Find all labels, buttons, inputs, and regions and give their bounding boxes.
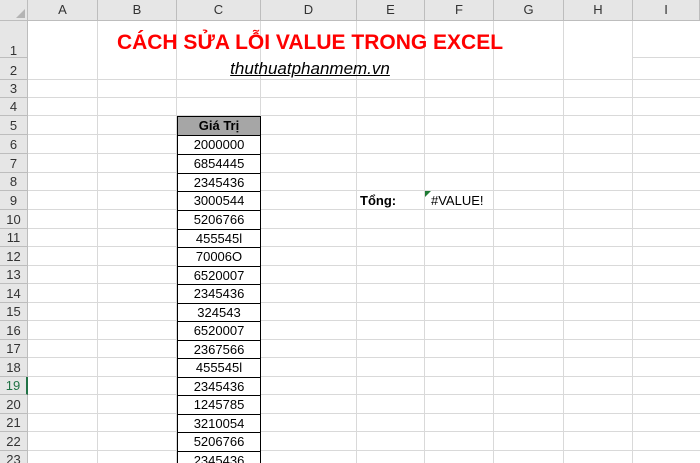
gridline [28,97,700,98]
gridline [28,115,700,116]
gridline [28,413,700,414]
value-cell[interactable]: 5206766 [177,210,261,230]
row-header-11[interactable]: 11 [0,229,28,247]
value-cell[interactable]: 324543 [177,303,261,322]
row-header-15[interactable]: 15 [0,303,28,321]
value-cell[interactable]: 6854445 [177,154,261,174]
row-header-3[interactable]: 3 [0,80,28,98]
gridline [28,357,700,358]
gridline [356,21,357,463]
gridline [28,302,700,303]
row-header-1[interactable]: 1 [0,21,28,58]
gridline [493,21,494,463]
column-header-i[interactable]: I [633,0,700,21]
row-header-7[interactable]: 7 [0,154,28,173]
sheet-title[interactable]: CÁCH SỬA LỖI VALUE TRONG EXCEL [28,29,592,57]
value-cell[interactable]: 2000000 [177,135,261,155]
value-cell[interactable]: 3210054 [177,414,261,433]
row-header-2[interactable]: 2 [0,58,28,80]
value-cell[interactable]: 6520007 [177,266,261,285]
gridline [28,228,700,229]
value-cell[interactable]: 2367566 [177,340,261,359]
row-header-18[interactable]: 18 [0,358,28,377]
gridline [28,246,700,247]
total-value-error[interactable]: #VALUE! [431,191,484,210]
gridline [28,265,700,266]
row-header-21[interactable]: 21 [0,414,28,432]
gridline [632,21,633,463]
value-cell[interactable]: 3000544 [177,191,261,211]
row-header-6[interactable]: 6 [0,135,28,154]
value-cell[interactable]: 2345436 [177,451,261,463]
row-header-14[interactable]: 14 [0,284,28,303]
value-cell[interactable]: 2345436 [177,377,261,396]
column-header-a[interactable]: A [28,0,98,21]
column-header-h[interactable]: H [564,0,633,21]
gridline [28,153,700,154]
value-cell[interactable]: 455545l [177,229,261,248]
gridline [28,339,700,340]
column-header-b[interactable]: B [98,0,177,21]
column-header-c[interactable]: C [177,0,261,21]
column-header-e[interactable]: E [357,0,425,21]
row-header-12[interactable]: 12 [0,247,28,266]
gridline [563,21,564,463]
value-cell[interactable]: 6520007 [177,321,261,341]
gridline [28,431,700,432]
row-header-10[interactable]: 10 [0,210,28,229]
gridline [28,320,700,321]
column-header-d[interactable]: D [261,0,357,21]
table-header-gia-tri[interactable]: Giá Trị [177,116,261,136]
total-label[interactable]: Tổng: [360,191,396,210]
select-all-triangle-icon [16,9,25,18]
row-header-22[interactable]: 22 [0,432,28,451]
gridline [632,57,700,58]
value-cell[interactable]: 5206766 [177,432,261,452]
row-header-23[interactable]: 23 [0,451,28,463]
column-header-f[interactable]: F [425,0,494,21]
gridline [28,394,700,395]
row-header-13[interactable]: 13 [0,266,28,284]
row-header-16[interactable]: 16 [0,321,28,340]
value-cell[interactable]: 70006O [177,247,261,267]
row-header-5[interactable]: 5 [0,116,28,135]
gridline [28,376,700,377]
spreadsheet: A B C D E F G H I 1 2 3 4 5 6 7 8 9 10 1… [0,0,700,463]
value-cell[interactable]: 2345436 [177,173,261,192]
gridline [28,450,700,451]
row-header-9[interactable]: 9 [0,191,28,210]
row-header-20[interactable]: 20 [0,395,28,414]
column-header-g[interactable]: G [494,0,564,21]
select-all-corner[interactable] [0,0,28,21]
gridline [28,134,700,135]
gridline [28,283,700,284]
gridline [28,172,700,173]
row-header-4[interactable]: 4 [0,98,28,116]
value-cell[interactable]: 1245785 [177,395,261,415]
value-cell[interactable]: 2345436 [177,284,261,304]
sheet-subtitle-link[interactable]: thuthuatphanmem.vn [28,58,592,80]
value-cell[interactable]: 455545l [177,358,261,378]
row-header-17[interactable]: 17 [0,340,28,358]
gridline [97,21,98,463]
row-header-19-selected[interactable]: 19 [0,377,28,395]
row-header-8[interactable]: 8 [0,173,28,191]
gridline [424,21,425,463]
